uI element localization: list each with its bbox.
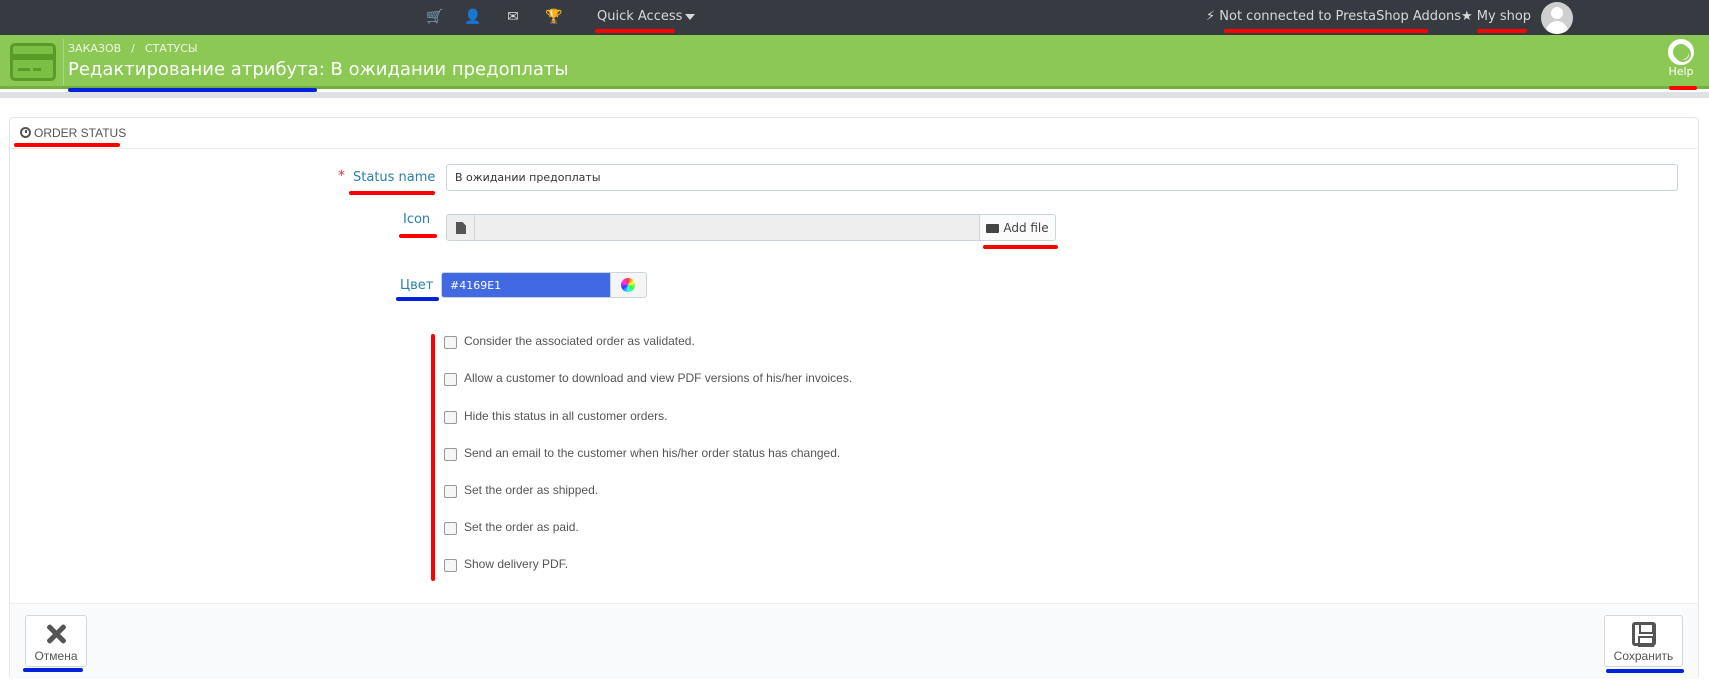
status-name-input[interactable] (446, 164, 1678, 191)
annotation-underline (68, 88, 317, 92)
delivery-pdf-checkbox[interactable] (444, 559, 457, 572)
annotation-underline (399, 234, 437, 238)
panel-title: ORDER STATUS (34, 126, 127, 140)
addons-status-link[interactable]: ⚡ Not connected to PrestaShop Addons (1206, 9, 1461, 24)
annotation-underline (595, 29, 675, 33)
addons-status-label: Not connected to PrestaShop Addons (1219, 9, 1462, 24)
checkbox-label: Allow a customer to download and view PD… (464, 371, 853, 385)
required-asterisk: * (338, 168, 345, 184)
panel-footer: Отмена Сохранить (10, 603, 1698, 679)
caret-down-icon (685, 13, 696, 20)
checkbox-label: Set the order as shipped. (464, 483, 599, 497)
file-icon (456, 222, 466, 234)
annotation-underline (1224, 29, 1428, 33)
breadcrumb-item-orders[interactable]: ЗАКАЗОВ (68, 42, 121, 55)
annotation-underline (23, 668, 83, 672)
quick-access-label: Quick Access (597, 9, 683, 24)
cancel-label: Отмена (34, 649, 78, 663)
color-wheel-icon (621, 278, 635, 292)
color-picker-button[interactable] (611, 272, 647, 298)
checkbox-label: Send an email to the customer when his/h… (464, 446, 841, 460)
paid-checkbox[interactable] (444, 522, 457, 535)
color-input[interactable]: #4169E1 (441, 272, 611, 298)
annotation-underline (1606, 669, 1684, 673)
star-icon: ★ (1461, 9, 1477, 24)
add-file-label: Add file (1003, 221, 1049, 235)
disconnected-icon: ⚡ (1206, 9, 1220, 24)
icon-label: Icon (403, 212, 431, 227)
my-shop-label: My shop (1476, 9, 1532, 24)
add-file-button[interactable]: Add file (979, 214, 1056, 241)
annotation-underline (983, 245, 1058, 249)
hidden-checkbox[interactable] (444, 411, 457, 424)
help-label: Help (1668, 65, 1694, 78)
envelope-icon[interactable]: ✉ (505, 9, 521, 25)
panel-heading: ORDER STATUS (10, 118, 1698, 149)
icon-file-upload: Add file (446, 214, 1056, 241)
page-title: Редактирование атрибута: В ожидании пред… (68, 59, 569, 80)
close-icon (44, 622, 68, 646)
cancel-button[interactable]: Отмена (25, 615, 87, 667)
checkbox-label: Hide this status in all customer orders. (464, 409, 668, 423)
breadcrumb-item-statuses[interactable]: СТАТУСЫ (145, 42, 198, 55)
floppy-disk-icon (1631, 622, 1656, 647)
clock-icon (20, 127, 31, 138)
order-status-panel: ORDER STATUS Отмена Сохранить (9, 117, 1699, 679)
avatar[interactable] (1541, 2, 1573, 34)
annotation-underline (1669, 86, 1697, 90)
checkbox-label: Show delivery PDF. (464, 557, 569, 571)
annotation-underline (349, 191, 435, 195)
status-name-label: Status name (353, 170, 436, 185)
life-ring-icon (1668, 39, 1694, 65)
file-name-display[interactable] (475, 214, 979, 241)
breadcrumb: ЗАКАЗОВ / СТАТУСЫ (68, 42, 198, 55)
color-picker: #4169E1 (441, 272, 647, 298)
send-email-checkbox[interactable] (444, 448, 457, 461)
checkbox-label: Consider the associated order as validat… (464, 334, 695, 348)
credit-card-icon (10, 43, 56, 81)
annotation-underline (396, 297, 439, 301)
breadcrumb-separator: / (131, 42, 135, 55)
save-label: Сохранить (1613, 649, 1674, 663)
folder-open-icon (986, 224, 1000, 233)
top-navbar: 🛒 👤 ✉ 🏆 Quick Access ⚡ Not connected to … (0, 0, 1709, 35)
save-button[interactable]: Сохранить (1604, 615, 1683, 667)
color-label: Цвет (400, 278, 434, 293)
invoice-pdf-checkbox[interactable] (444, 373, 457, 386)
annotation-bracket (431, 334, 435, 581)
shipped-checkbox[interactable] (444, 485, 457, 498)
cart-icon[interactable]: 🛒 (426, 9, 443, 25)
user-icon[interactable]: 👤 (464, 9, 481, 25)
annotation-underline (14, 143, 120, 147)
trophy-icon[interactable]: 🏆 (545, 9, 562, 25)
validated-checkbox[interactable] (444, 336, 457, 349)
checkbox-label: Set the order as paid. (464, 520, 579, 534)
help-button[interactable]: Help (1664, 39, 1698, 78)
my-shop-link[interactable]: ★ My shop (1461, 9, 1531, 24)
quick-access-dropdown[interactable]: Quick Access (597, 9, 696, 24)
page-header: ЗАКАЗОВ / СТАТУСЫ Редактирование атрибута:… (0, 35, 1709, 89)
annotation-underline (1477, 29, 1527, 33)
